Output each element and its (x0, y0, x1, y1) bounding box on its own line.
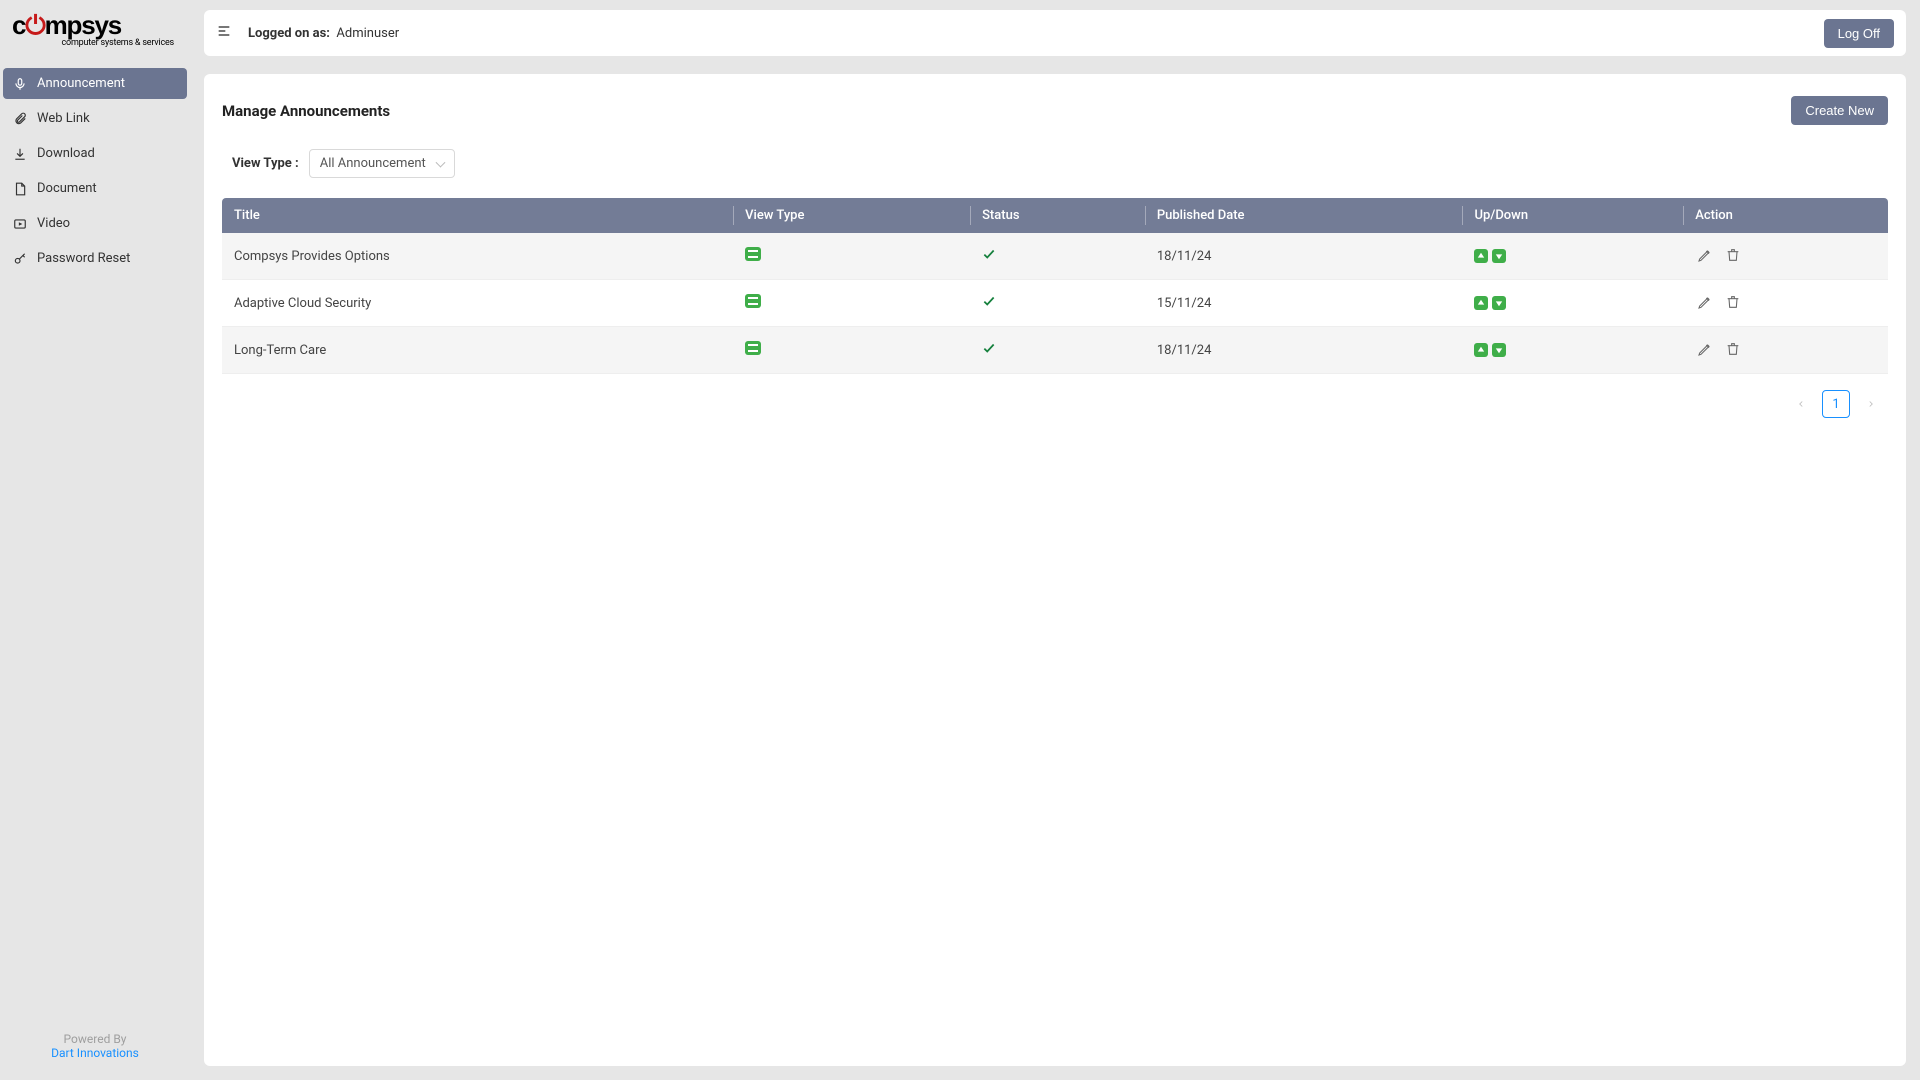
table-row: Compsys Provides Options 18/11/24 (222, 233, 1888, 280)
table-body: Compsys Provides Options18/11/24Adaptive… (222, 233, 1888, 374)
sidebar-item-label: Video (37, 216, 70, 231)
col-updown[interactable]: Up/Down (1462, 198, 1683, 233)
status-check-icon (982, 250, 996, 265)
status-check-icon (982, 297, 996, 312)
key-icon (13, 252, 27, 266)
pagination: 1 (222, 374, 1888, 418)
sidebar-item-download[interactable]: Download (3, 138, 187, 169)
content-card: Manage Announcements Create New View Typ… (204, 74, 1906, 1066)
cell-action (1683, 233, 1888, 280)
edit-button[interactable] (1695, 339, 1715, 359)
logged-on-as: Logged on as: Adminuser (248, 26, 399, 41)
logged-on-label: Logged on as: (248, 26, 330, 41)
sidebar: c⏻mpsys computer systems & services Anno… (0, 0, 190, 1080)
mic-icon (13, 77, 27, 91)
sidebar-nav: Announcement Web Link Download Document … (0, 58, 190, 278)
cell-updown (1462, 327, 1683, 374)
topbar: Logged on as: Adminuser Log Off (204, 10, 1906, 56)
delete-button[interactable] (1723, 245, 1743, 265)
sidebar-item-password-reset[interactable]: Password Reset (3, 243, 187, 274)
create-new-button[interactable]: Create New (1791, 96, 1888, 125)
cell-viewtype (733, 233, 970, 280)
view-type-select[interactable]: All Announcement (309, 149, 455, 178)
cell-updown (1462, 280, 1683, 327)
powered-by-label: Powered By (0, 1032, 190, 1046)
video-icon (13, 217, 27, 231)
main: Logged on as: Adminuser Log Off Manage A… (190, 0, 1920, 1080)
page-title: Manage Announcements (222, 102, 390, 120)
cell-published: 18/11/24 (1145, 233, 1463, 280)
col-status[interactable]: Status (970, 198, 1145, 233)
cell-published: 18/11/24 (1145, 327, 1463, 374)
download-icon (13, 147, 27, 161)
cell-title: Adaptive Cloud Security (222, 280, 733, 327)
table-row: Long-Term Care 18/11/24 (222, 327, 1888, 374)
delete-button[interactable] (1723, 339, 1743, 359)
move-up-button[interactable] (1474, 296, 1488, 310)
table-row: Adaptive Cloud Security 15/11/24 (222, 280, 1888, 327)
table-head: Title View Type Status Published Date Up… (222, 198, 1888, 233)
viewtype-badge-icon (745, 247, 761, 261)
cell-title: Compsys Provides Options (222, 233, 733, 280)
filter-row: View Type : All Announcement (222, 149, 1888, 178)
col-action[interactable]: Action (1683, 198, 1888, 233)
select-value: All Announcement (320, 156, 426, 171)
edit-button[interactable] (1695, 292, 1715, 312)
move-down-button[interactable] (1492, 249, 1506, 263)
sidebar-item-video[interactable]: Video (3, 208, 187, 239)
col-published[interactable]: Published Date (1145, 198, 1463, 233)
page-next-button[interactable] (1858, 391, 1884, 417)
username: Adminuser (336, 26, 399, 41)
logo: c⏻mpsys computer systems & services (0, 0, 190, 58)
cell-viewtype (733, 280, 970, 327)
cell-viewtype (733, 327, 970, 374)
sidebar-item-label: Web Link (37, 111, 90, 126)
cell-status (970, 327, 1145, 374)
status-check-icon (982, 344, 996, 359)
sidebar-item-label: Announcement (37, 76, 125, 91)
sidebar-item-document[interactable]: Document (3, 173, 187, 204)
vendor-link[interactable]: Dart Innovations (51, 1046, 139, 1060)
sidebar-footer: Powered By Dart Innovations (0, 1032, 190, 1080)
sidebar-item-label: Document (37, 181, 97, 196)
edit-button[interactable] (1695, 245, 1715, 265)
move-down-button[interactable] (1492, 296, 1506, 310)
col-title[interactable]: Title (222, 198, 733, 233)
viewtype-badge-icon (745, 341, 761, 355)
move-up-button[interactable] (1474, 249, 1488, 263)
delete-button[interactable] (1723, 292, 1743, 312)
cell-published: 15/11/24 (1145, 280, 1463, 327)
sidebar-item-label: Password Reset (37, 251, 130, 266)
filter-label: View Type : (232, 156, 299, 171)
sidebar-item-label: Download (37, 146, 95, 161)
page-number-current[interactable]: 1 (1822, 390, 1850, 418)
menu-toggle-icon[interactable] (216, 23, 232, 43)
paperclip-icon (13, 112, 27, 126)
col-viewtype[interactable]: View Type (733, 198, 970, 233)
announcements-table: Title View Type Status Published Date Up… (222, 198, 1888, 374)
cell-status (970, 280, 1145, 327)
cell-action (1683, 327, 1888, 374)
cell-updown (1462, 233, 1683, 280)
viewtype-badge-icon (745, 294, 761, 308)
cell-title: Long-Term Care (222, 327, 733, 374)
document-icon (13, 182, 27, 196)
cell-status (970, 233, 1145, 280)
move-up-button[interactable] (1474, 343, 1488, 357)
page-prev-button[interactable] (1788, 391, 1814, 417)
sidebar-item-announcement[interactable]: Announcement (3, 68, 187, 99)
card-header: Manage Announcements Create New (222, 96, 1888, 125)
sidebar-item-weblink[interactable]: Web Link (3, 103, 187, 134)
move-down-button[interactable] (1492, 343, 1506, 357)
logoff-button[interactable]: Log Off (1824, 19, 1894, 48)
cell-action (1683, 280, 1888, 327)
